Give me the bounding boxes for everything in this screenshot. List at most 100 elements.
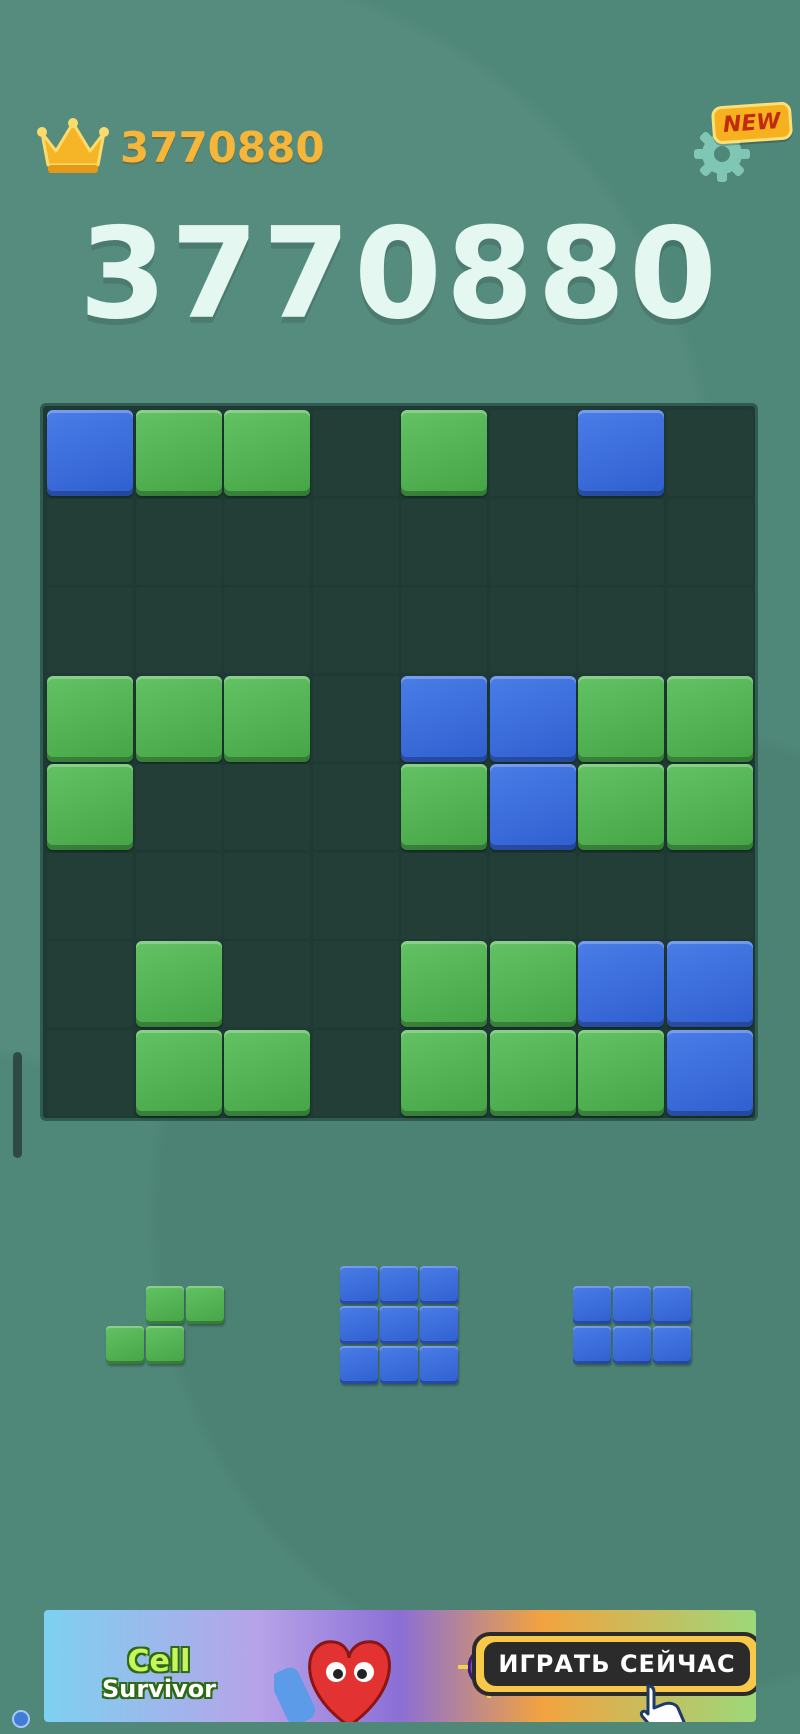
green-block xyxy=(47,675,133,762)
empty-cell xyxy=(312,764,399,850)
settings-button[interactable]: NEW xyxy=(690,101,793,184)
green-block xyxy=(401,941,487,1027)
play-now-button[interactable]: ИГРАТЬ СЕЙЧАС xyxy=(472,1632,756,1696)
green-block xyxy=(135,675,222,762)
best-score-value: 3770880 xyxy=(120,122,325,172)
new-badge: NEW xyxy=(710,101,793,145)
empty-cell xyxy=(666,498,753,585)
green-block xyxy=(666,675,753,762)
piece-slot-2[interactable] xyxy=(340,1266,458,1384)
empty-cell xyxy=(312,941,399,1027)
empty-cell xyxy=(666,410,753,496)
empty-cell xyxy=(578,498,664,585)
crown-icon xyxy=(37,118,109,173)
blue-block xyxy=(578,941,664,1027)
heart-character-icon xyxy=(274,1640,391,1722)
green-block xyxy=(401,764,487,850)
blue-block xyxy=(401,675,487,762)
empty-cell xyxy=(47,498,133,585)
play-now-label: ИГРАТЬ СЕЙЧАС xyxy=(484,1642,750,1686)
empty-cell xyxy=(47,941,133,1027)
empty-cell xyxy=(47,1029,133,1116)
piece-block xyxy=(420,1346,458,1384)
piece-block xyxy=(420,1306,458,1344)
empty-cell xyxy=(666,587,753,673)
ad-logo-line2: Survivor xyxy=(101,1675,217,1703)
empty-cell xyxy=(135,498,222,585)
ad-logo-line1: Cell xyxy=(127,1644,191,1679)
green-block xyxy=(489,941,576,1027)
blue-block xyxy=(578,410,664,496)
green-block xyxy=(489,1029,576,1116)
empty-cell xyxy=(489,852,576,939)
piece-gap xyxy=(186,1326,224,1364)
empty-cell xyxy=(224,852,310,939)
empty-cell xyxy=(578,587,664,673)
empty-cell xyxy=(489,410,576,496)
ad-banner[interactable]: Cell Survivor ИГРАТЬ СЕЙЧАС xyxy=(44,1610,756,1722)
piece-block xyxy=(380,1346,418,1384)
blue-block xyxy=(666,941,753,1027)
green-block xyxy=(666,764,753,850)
best-score-display: 3770880 xyxy=(36,112,325,182)
green-block xyxy=(578,675,664,762)
green-block xyxy=(224,675,310,762)
empty-cell xyxy=(489,587,576,673)
piece-block xyxy=(340,1306,378,1344)
green-block xyxy=(47,764,133,850)
blue-block xyxy=(666,1029,753,1116)
piece-slot-3[interactable] xyxy=(573,1286,691,1364)
empty-cell xyxy=(224,587,310,673)
piece-slot-1[interactable] xyxy=(106,1286,224,1364)
green-block xyxy=(401,1029,487,1116)
piece-block xyxy=(573,1326,611,1364)
empty-cell xyxy=(312,410,399,496)
ad-choices-icon[interactable] xyxy=(12,1710,30,1728)
piece-block xyxy=(420,1266,458,1304)
board-grid xyxy=(47,410,753,1116)
empty-cell xyxy=(489,498,576,585)
empty-cell xyxy=(224,941,310,1027)
empty-cell xyxy=(224,498,310,585)
green-block xyxy=(578,764,664,850)
green-block xyxy=(401,410,487,496)
blue-block xyxy=(47,410,133,496)
green-block xyxy=(224,1029,310,1116)
empty-cell xyxy=(135,764,222,850)
piece-block xyxy=(340,1266,378,1304)
empty-cell xyxy=(47,852,133,939)
piece-block xyxy=(146,1326,184,1364)
empty-cell xyxy=(312,675,399,762)
empty-cell xyxy=(135,587,222,673)
game-board[interactable] xyxy=(40,403,758,1121)
green-block xyxy=(135,1029,222,1116)
scroll-handle[interactable] xyxy=(13,1052,22,1158)
piece-gap xyxy=(106,1286,144,1324)
empty-cell xyxy=(401,852,487,939)
empty-cell xyxy=(312,852,399,939)
empty-cell xyxy=(224,764,310,850)
blue-block xyxy=(489,675,576,762)
ad-logo: Cell Survivor xyxy=(84,1640,234,1708)
empty-cell xyxy=(47,587,133,673)
current-score: 3770880 xyxy=(79,200,721,347)
empty-cell xyxy=(401,498,487,585)
piece-block xyxy=(340,1346,378,1384)
empty-cell xyxy=(666,852,753,939)
empty-cell xyxy=(312,498,399,585)
empty-cell xyxy=(401,587,487,673)
piece-block xyxy=(653,1326,691,1364)
empty-cell xyxy=(135,852,222,939)
piece-block xyxy=(613,1286,651,1324)
piece-block xyxy=(186,1286,224,1324)
piece-block xyxy=(106,1326,144,1364)
green-block xyxy=(135,410,222,496)
blue-block xyxy=(489,764,576,850)
piece-block xyxy=(613,1326,651,1364)
green-block xyxy=(135,941,222,1027)
piece-block xyxy=(573,1286,611,1324)
piece-block xyxy=(146,1286,184,1324)
piece-block xyxy=(380,1306,418,1344)
green-block xyxy=(224,410,310,496)
piece-block xyxy=(380,1266,418,1304)
